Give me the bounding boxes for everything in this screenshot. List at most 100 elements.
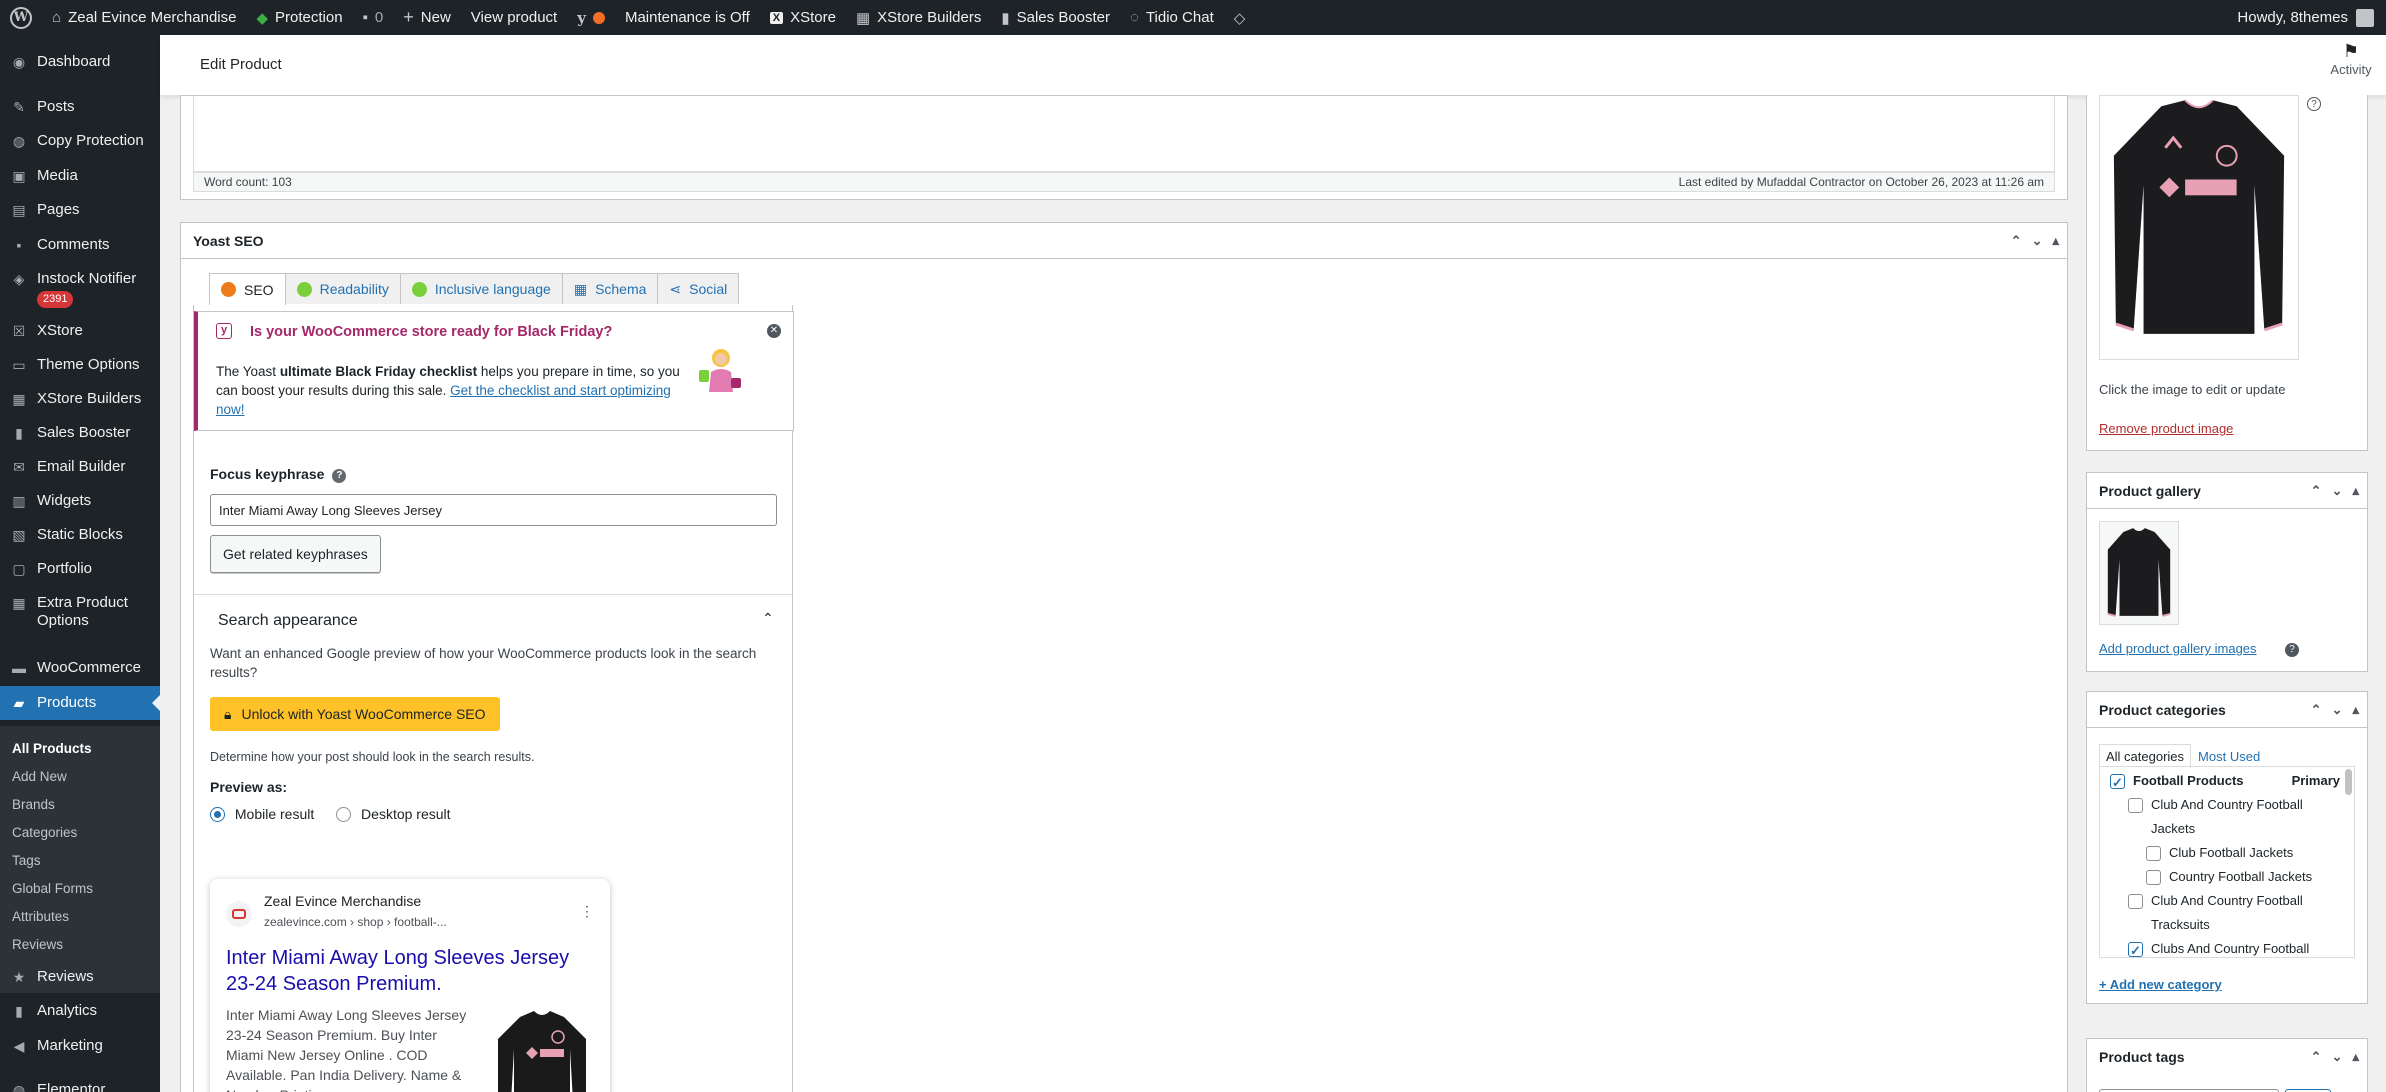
- tab-label: SEO: [244, 281, 274, 298]
- tab-most-used[interactable]: Most Used: [2191, 744, 2267, 768]
- tidio-link[interactable]: ◌ Tidio Chat: [1120, 0, 1224, 35]
- close-icon[interactable]: ✕: [767, 324, 781, 338]
- view-product-link[interactable]: View product: [461, 0, 567, 35]
- category-checkbox[interactable]: [2128, 798, 2143, 813]
- sidebar-item-xstore[interactable]: ☒ XStore: [0, 322, 160, 340]
- add-gallery-images-link[interactable]: Add product gallery images: [2099, 641, 2257, 656]
- sidebar-item-instock-notifier[interactable]: ◈ Instock Notifier 2391: [0, 270, 160, 308]
- product-image[interactable]: [2099, 95, 2299, 360]
- search-appearance-title[interactable]: Search appearance: [218, 612, 358, 630]
- move-down-icon[interactable]: ⌄: [2332, 702, 2343, 718]
- protection-link[interactable]: ◆ Protection: [246, 0, 352, 35]
- scrollbar[interactable]: [2345, 769, 2352, 795]
- remove-product-image-link[interactable]: Remove product image: [2099, 421, 2233, 436]
- sidebar-item-sales-booster[interactable]: ▮ Sales Booster: [0, 424, 160, 442]
- category-checkbox[interactable]: [2146, 870, 2161, 885]
- move-down-icon[interactable]: ⌄: [2332, 1049, 2343, 1065]
- sidebar-item-elementor[interactable]: ◍ Elementor: [0, 1081, 160, 1092]
- tab-readability[interactable]: Readability: [284, 273, 401, 304]
- category-checkbox[interactable]: [2110, 771, 2125, 795]
- comments-link[interactable]: ▪ 0: [353, 0, 394, 35]
- enhanced-preview-text: Want an enhanced Google preview of how y…: [210, 646, 757, 680]
- focus-keyphrase-input[interactable]: [210, 494, 777, 526]
- bar-chart-icon: ▮: [1001, 9, 1010, 27]
- maintenance-link[interactable]: Maintenance is Off: [615, 0, 760, 35]
- category-label: Club Football Jackets: [2169, 845, 2294, 860]
- diamond-menu[interactable]: ◇: [1224, 0, 1256, 35]
- new-content-link[interactable]: + New: [393, 0, 461, 35]
- yoast-menu[interactable]: y: [567, 0, 615, 35]
- tab-label: Inclusive language: [434, 281, 551, 297]
- help-icon[interactable]: ?: [2285, 643, 2299, 657]
- sidebar-item-analytics[interactable]: ▮ Analytics: [0, 1002, 160, 1020]
- move-up-icon[interactable]: ⌃: [2011, 233, 2022, 249]
- submenu-all-products[interactable]: All Products: [12, 741, 92, 756]
- get-related-keyphrases-button[interactable]: Get related keyphrases: [210, 535, 381, 573]
- sidebar-item-label: Instock Notifier: [37, 270, 137, 287]
- xstore-link[interactable]: X XStore: [760, 0, 846, 35]
- help-icon[interactable]: ?: [2307, 97, 2321, 111]
- sidebar-item-label: Email Builder: [37, 458, 126, 475]
- sidebar-item-products[interactable]: ▰ Products: [0, 686, 160, 720]
- sidebar-item-static-blocks[interactable]: ▧ Static Blocks: [0, 526, 160, 544]
- site-name-link[interactable]: ⌂ Zeal Evince Merchandise: [42, 0, 246, 35]
- collapse-icon[interactable]: ▴: [2352, 702, 2359, 718]
- sidebar-item-reviews[interactable]: ★ Reviews: [0, 968, 160, 986]
- category-checkbox[interactable]: [2128, 939, 2143, 957]
- collapse-icon[interactable]: ▴: [2352, 1049, 2359, 1065]
- sidebar-item-marketing[interactable]: ◀ Marketing: [0, 1037, 160, 1055]
- sales-booster-link[interactable]: ▮ Sales Booster: [991, 0, 1120, 35]
- sidebar-item-posts[interactable]: ✎ Posts: [0, 98, 160, 116]
- tab-schema[interactable]: ▦ Schema: [561, 273, 659, 304]
- move-down-icon[interactable]: ⌄: [2032, 233, 2043, 249]
- wordpress-logo[interactable]: W: [0, 0, 42, 35]
- submenu-global-forms[interactable]: Global Forms: [12, 881, 93, 896]
- submenu-attributes[interactable]: Attributes: [12, 909, 69, 924]
- tab-inclusive-language[interactable]: Inclusive language: [399, 273, 563, 304]
- activity-button[interactable]: ⚑ Activity: [2326, 41, 2376, 77]
- add-new-category-link[interactable]: + Add new category: [2099, 977, 2222, 992]
- gallery-thumbnail[interactable]: [2099, 521, 2179, 625]
- sidebar-item-email-builder[interactable]: ✉ Email Builder: [0, 458, 160, 476]
- desktop-result-label[interactable]: Desktop result: [361, 806, 450, 822]
- help-icon[interactable]: ?: [332, 469, 347, 483]
- tab-seo[interactable]: SEO: [209, 273, 286, 305]
- unlock-woocommerce-seo-button[interactable]: 🔒︎ Unlock with Yoast WooCommerce SEO: [210, 697, 500, 731]
- xstore-builders-link[interactable]: ▦ XStore Builders: [846, 0, 991, 35]
- move-up-icon[interactable]: ⌃: [2311, 702, 2322, 718]
- sidebar-item-theme-options[interactable]: ▭ Theme Options: [0, 356, 160, 374]
- editor-content-area[interactable]: [193, 96, 2055, 172]
- sidebar-item-portfolio[interactable]: ▢ Portfolio: [0, 560, 160, 578]
- notification-badge: 2391: [37, 291, 74, 308]
- google-mobile-preview[interactable]: Zeal Evince Merchandise zealevince.com ›…: [210, 879, 610, 1092]
- sidebar-item-pages[interactable]: ▤ Pages: [0, 201, 160, 219]
- sidebar-item-media[interactable]: ▣ Media: [0, 167, 160, 185]
- desktop-result-radio[interactable]: [336, 807, 352, 822]
- sidebar-item-dashboard[interactable]: ◉ Dashboard: [0, 53, 160, 71]
- sidebar-item-woocommerce[interactable]: ▬ WooCommerce: [0, 659, 160, 677]
- submenu-reviews[interactable]: Reviews: [12, 937, 63, 952]
- sidebar-item-xstore-builders[interactable]: ▦ XStore Builders: [0, 390, 160, 408]
- category-checkbox[interactable]: [2128, 894, 2143, 909]
- sidebar-item-comments[interactable]: ▪ Comments: [0, 236, 160, 254]
- collapse-icon[interactable]: ▴: [2052, 233, 2059, 249]
- sidebar-item-extra-product-options[interactable]: ▦ Extra Product Options: [0, 594, 140, 630]
- category-checkbox[interactable]: [2146, 846, 2161, 861]
- collapse-icon[interactable]: ▴: [2352, 483, 2359, 499]
- move-up-icon[interactable]: ⌃: [2311, 1049, 2322, 1065]
- mobile-result-label[interactable]: Mobile result: [235, 806, 314, 822]
- move-up-icon[interactable]: ⌃: [2311, 483, 2322, 499]
- submenu-add-new[interactable]: Add New: [12, 769, 67, 784]
- click-image-hint: Click the image to edit or update: [2099, 382, 2286, 397]
- move-down-icon[interactable]: ⌄: [2332, 483, 2343, 499]
- submenu-categories[interactable]: Categories: [12, 825, 77, 840]
- tab-all-categories[interactable]: All categories: [2099, 744, 2192, 768]
- sidebar-item-copy-protection[interactable]: ◍ Copy Protection: [0, 132, 160, 150]
- tab-social[interactable]: ⋖ Social: [657, 273, 740, 304]
- mobile-result-radio[interactable]: [210, 807, 225, 822]
- submenu-brands[interactable]: Brands: [12, 797, 55, 812]
- submenu-tags[interactable]: Tags: [12, 853, 41, 868]
- chevron-up-icon[interactable]: ⌃: [762, 610, 774, 627]
- sidebar-item-widgets[interactable]: ▥ Widgets: [0, 492, 160, 510]
- my-account[interactable]: Howdy, 8themes: [2237, 8, 2386, 27]
